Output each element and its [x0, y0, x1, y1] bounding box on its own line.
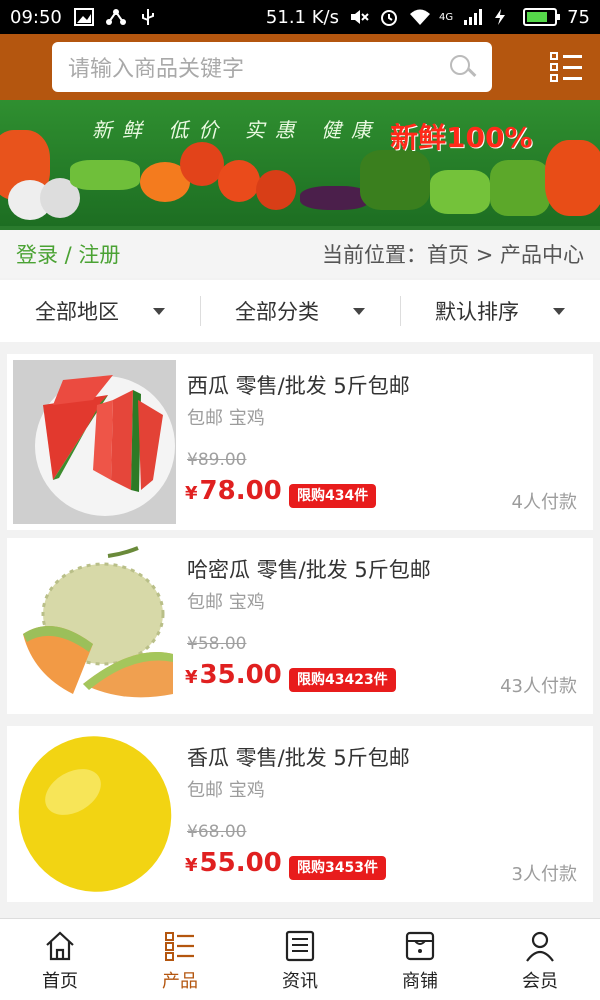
battery-percent: 75 — [567, 6, 590, 28]
caret-down-icon — [353, 307, 365, 315]
network-speed: 51.1 K/s — [265, 6, 339, 28]
breadcrumb: 当前位置：首页 > 产品中心 — [322, 243, 584, 267]
filter-sort[interactable]: 默认排序 — [400, 280, 600, 342]
currency-symbol: ¥ — [185, 855, 198, 876]
original-price: ¥89.00 — [187, 450, 247, 470]
product-card[interactable]: 哈密瓜 零售/批发 5斤包邮 包邮 宝鸡 ¥58.00 ¥35.00 限购434… — [7, 538, 593, 714]
purchase-limit-badge: 限购43423件 — [289, 668, 396, 692]
banner-slogan: 新鲜 低价 实惠 健康 — [92, 118, 382, 142]
nav-label: 资讯 — [282, 971, 318, 992]
nav-home[interactable]: 首页 — [0, 919, 120, 1000]
filter-label: 全部地区 — [35, 300, 119, 324]
search-icon[interactable] — [448, 53, 477, 81]
nav-news[interactable]: 资讯 — [240, 919, 360, 1000]
usb-icon — [138, 8, 158, 26]
banner-fresh-text: 新鲜100% — [390, 121, 533, 154]
header: 请输入商品关键字 — [0, 34, 600, 100]
product-title[interactable]: 西瓜 零售/批发 5斤包邮 — [187, 370, 410, 400]
charging-icon — [493, 8, 513, 26]
product-title[interactable]: 香瓜 零售/批发 5斤包邮 — [187, 742, 410, 772]
current-price: ¥55.00 — [185, 848, 282, 878]
filter-category[interactable]: 全部分类 — [200, 280, 400, 342]
product-image[interactable] — [13, 732, 176, 896]
purchase-limit-badge: 限购434件 — [289, 484, 377, 508]
status-bar: 09:50 51.1 K/s 4G 75 — [0, 0, 600, 34]
product-location: 包邮 宝鸡 — [187, 592, 265, 613]
image-notification-icon — [73, 8, 94, 26]
purchase-limit-badge: 限购3453件 — [289, 856, 386, 880]
price-value: 55.00 — [199, 848, 282, 878]
caret-down-icon — [153, 307, 165, 315]
caret-down-icon — [553, 307, 565, 315]
category-menu-icon[interactable] — [550, 52, 582, 82]
list-icon — [163, 929, 197, 963]
home-icon — [43, 929, 77, 963]
original-price: ¥58.00 — [187, 634, 247, 654]
mute-icon — [349, 8, 369, 26]
filter-label: 默认排序 — [435, 300, 519, 324]
alarm-icon — [379, 8, 399, 26]
buyer-count: 3人付款 — [511, 864, 577, 885]
promo-banner[interactable]: 新鲜 低价 实惠 健康 新鲜100% — [0, 100, 600, 230]
bottom-nav: 首页 产品 资讯 商铺 会员 — [0, 918, 600, 1000]
search-box[interactable]: 请输入商品关键字 — [52, 42, 492, 92]
buyer-count: 43人付款 — [500, 676, 577, 697]
user-icon — [523, 929, 557, 963]
currency-symbol: ¥ — [185, 667, 198, 688]
current-price: ¥78.00 — [185, 476, 282, 506]
share-icon — [105, 8, 126, 26]
battery-icon — [523, 8, 561, 26]
breadcrumb-bar: 登录 / 注册 当前位置：首页 > 产品中心 — [0, 230, 600, 278]
product-card[interactable]: 香瓜 零售/批发 5斤包邮 包邮 宝鸡 ¥68.00 ¥55.00 限购3453… — [7, 726, 593, 902]
nav-shops[interactable]: 商铺 — [360, 919, 480, 1000]
nav-member[interactable]: 会员 — [480, 919, 600, 1000]
nav-label: 商铺 — [402, 971, 438, 992]
product-card[interactable]: 西瓜 零售/批发 5斤包邮 包邮 宝鸡 ¥89.00 ¥78.00 限购434件… — [7, 354, 593, 530]
nav-label: 会员 — [522, 971, 558, 992]
news-icon — [283, 929, 317, 963]
filter-label: 全部分类 — [235, 300, 319, 324]
original-price: ¥68.00 — [187, 822, 247, 842]
current-price: ¥35.00 — [185, 660, 282, 690]
shop-icon — [403, 929, 437, 963]
login-register-link[interactable]: 登录 / 注册 — [16, 239, 120, 269]
filter-bar: 全部地区 全部分类 默认排序 — [0, 280, 600, 342]
product-title[interactable]: 哈密瓜 零售/批发 5斤包邮 — [187, 554, 431, 584]
status-time: 09:50 — [10, 6, 62, 28]
nav-label: 首页 — [42, 971, 78, 992]
product-image[interactable] — [13, 544, 176, 708]
currency-symbol: ¥ — [185, 483, 198, 504]
buyer-count: 4人付款 — [511, 492, 577, 513]
product-location: 包邮 宝鸡 — [187, 408, 265, 429]
signal-icon — [463, 8, 483, 26]
price-value: 35.00 — [199, 660, 282, 690]
product-location: 包邮 宝鸡 — [187, 780, 265, 801]
filter-region[interactable]: 全部地区 — [0, 280, 200, 342]
nav-products[interactable]: 产品 — [120, 919, 240, 1000]
nav-label: 产品 — [162, 971, 198, 992]
search-input[interactable]: 请输入商品关键字 — [68, 51, 448, 83]
price-value: 78.00 — [199, 476, 282, 506]
wifi-icon — [409, 8, 430, 26]
network-type: 4G — [438, 11, 454, 23]
product-image[interactable] — [13, 360, 176, 524]
